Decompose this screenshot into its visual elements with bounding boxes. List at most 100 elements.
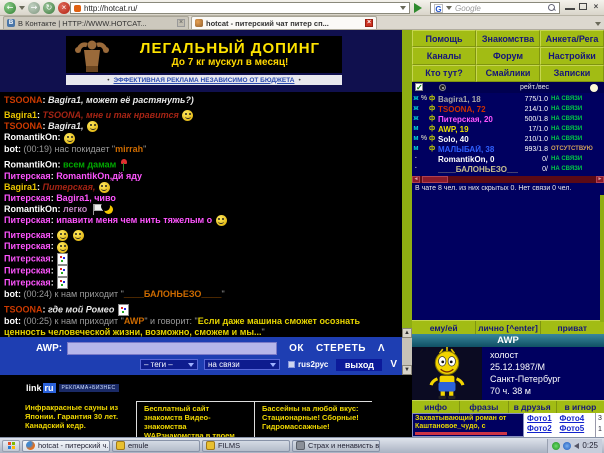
photo-link[interactable]: Фото4 [560,414,593,424]
chat-nick[interactable]: Питерская [4,242,51,252]
filter-indicator-icon[interactable] [590,84,598,92]
url-dropdown-icon[interactable] [400,6,406,10]
chat-nick[interactable]: TSOONA [4,95,43,105]
user-flag-icon[interactable]: · [412,164,420,174]
sidebar-menu-item[interactable]: Кто тут? [412,65,476,82]
message-mode-tab[interactable]: приват [541,321,604,334]
message-mode-tab[interactable]: лично [^enter] [476,321,540,334]
scroll-up-icon[interactable]: ▲ [402,328,412,338]
sidebar-menu-item[interactable]: Смайлики [476,65,540,82]
sidebar-menu-item[interactable]: Форум [476,47,540,64]
profile-action-tab[interactable]: фразы [460,401,508,413]
url-text[interactable]: http://hotcat.ru/ [84,4,397,13]
user-name[interactable]: TSOONA, 72 [438,105,518,114]
taskbar-button[interactable]: hotcat - питерский ч... [22,440,110,452]
close-button[interactable]: × [591,2,601,11]
sidebar-menu-item[interactable]: Знакомства [476,30,540,47]
linkru-logo[interactable]: link ru РЕКЛАМА+БИЗНЕС [26,383,119,393]
user-flag-icon[interactable]: ж [412,114,420,124]
user-flag-icon[interactable]: ф [428,134,436,144]
exit-button[interactable]: выход [336,359,382,371]
user-flag-icon[interactable]: ф [428,144,436,154]
message-input[interactable] [67,342,277,355]
chat-nick[interactable]: RomantikOn [4,204,58,214]
user-flag-icon[interactable]: ф [428,114,436,124]
browser-tab[interactable]: hotcat - питерский чат питер сп...× [191,16,377,29]
chat-nick[interactable]: Питерская [4,193,51,203]
user-name[interactable]: МАЛЫБАЙ, 38 [438,145,518,154]
user-flag-icon[interactable]: % [420,134,428,144]
chat-nick[interactable]: Питерская [4,265,51,275]
chat-nick[interactable]: bot [4,289,18,299]
user-flag-icon[interactable]: м [412,124,420,134]
user-name[interactable]: Solo, 40 [438,135,518,144]
photo-link[interactable]: Фото1 [527,414,560,424]
filter-radio[interactable] [439,84,446,91]
start-button[interactable] [2,440,20,452]
tab-close-icon[interactable]: × [365,19,373,27]
user-flag-icon[interactable]: ф [428,104,436,114]
back-history-dropdown-icon[interactable] [19,6,25,10]
scroll-down-button[interactable]: V [390,359,397,370]
photo-link[interactable]: Фото5 [560,424,593,434]
doping-banner[interactable]: ЛЕГАЛЬНЫЙ ДОПИНГ До 7 кг мускул в месяц! [66,36,342,73]
sidebar-menu-item[interactable]: Каналы [412,47,476,64]
chat-nick[interactable]: Питерская [4,230,51,240]
app-tray-icon[interactable] [563,442,571,450]
scroll-right-icon[interactable]: ► [596,176,604,183]
user-name[interactable]: Питерская, 20 [438,115,518,124]
chat-nick[interactable]: Питерская [4,277,51,287]
profile-action-tab[interactable]: в друзья [509,401,557,413]
restore-button[interactable] [579,3,587,10]
user-flag-icon[interactable]: ж [412,104,420,114]
user-flag-icon[interactable]: м [412,144,420,154]
google-logo-icon[interactable]: G [434,4,443,13]
chat-nick[interactable]: Bagira1 [4,110,37,120]
search-placeholder[interactable]: Google [455,4,545,13]
forward-button[interactable]: → [28,2,40,14]
filter-checkbox[interactable]: ✓ [415,83,423,91]
user-flag-icon[interactable]: ф [428,94,436,104]
url-bar[interactable]: http://hotcat.ru/ [70,2,410,14]
sidebar-menu-item[interactable]: Помощь [412,30,476,47]
profile-action-tab[interactable]: инфо [412,401,460,413]
scroll-up-button[interactable]: Λ [378,343,385,354]
user-name[interactable]: RomantikOn, 0 [438,155,518,164]
translit-checkbox[interactable] [288,361,295,368]
chat-scrollbar[interactable]: ▲ ▼ [402,328,412,375]
go-button[interactable] [414,3,422,13]
scrollbar-thumb[interactable] [422,176,448,183]
user-flag-icon[interactable]: ф [428,124,436,134]
user-flag-icon[interactable]: ж [412,94,420,104]
tab-overflow-icon[interactable] [595,22,601,26]
chat-nick[interactable]: Питерская [4,171,51,181]
chat-nick[interactable]: bot [4,144,18,154]
banner-strip-link[interactable]: • ЭФФЕКТИВНАЯ РЕКЛАМА НЕЗАВИСИМО ОТ БЮДЖ… [66,75,342,85]
user-name[interactable]: Bagira1, 18 [438,95,518,104]
chat-nick[interactable]: TSOONA [4,304,43,314]
tab-close-icon[interactable]: × [177,19,185,27]
chat-nick[interactable]: RomantikOn [4,159,58,169]
tags-select[interactable]: – теги – [140,359,198,370]
chat-nick[interactable]: RomantikOn [4,133,58,143]
reload-button[interactable]: ↻ [43,2,55,14]
minimize-button[interactable] [565,3,575,10]
chat-nick[interactable]: Питерская [4,253,51,263]
banner-strip-text[interactable]: ЭФФЕКТИВНАЯ РЕКЛАМА НЕЗАВИСИМО ОТ БЮДЖЕТ… [114,77,295,84]
message-mode-tab[interactable]: ему/ей [412,321,476,334]
chat-nick[interactable]: Bagira1 [4,182,37,192]
profile-action-tab[interactable]: в игнор [557,401,604,413]
clear-button[interactable]: СТЕРЕТЬ [316,343,366,354]
browser-tab[interactable]: BВ Контакте | HTTP://WWW.HOTCAT...× [3,16,189,29]
chat-nick[interactable]: bot [4,316,18,326]
taskbar-button[interactable]: FILMS [202,440,290,452]
volume-icon[interactable] [574,443,579,449]
search-box[interactable]: G Google [430,2,560,14]
user-flag-icon[interactable]: м [412,134,420,144]
sidebar-menu-item[interactable]: Записки [540,65,604,82]
scroll-down-icon[interactable]: ▼ [402,365,412,375]
search-engine-dropdown-icon[interactable] [446,6,452,10]
user-name[interactable]: ____БАЛОНЬЕЗО____, 0 [438,165,518,174]
user-list-hscrollbar[interactable]: ◄ ► [412,176,604,183]
user-name[interactable]: AWP, 19 [438,125,518,134]
